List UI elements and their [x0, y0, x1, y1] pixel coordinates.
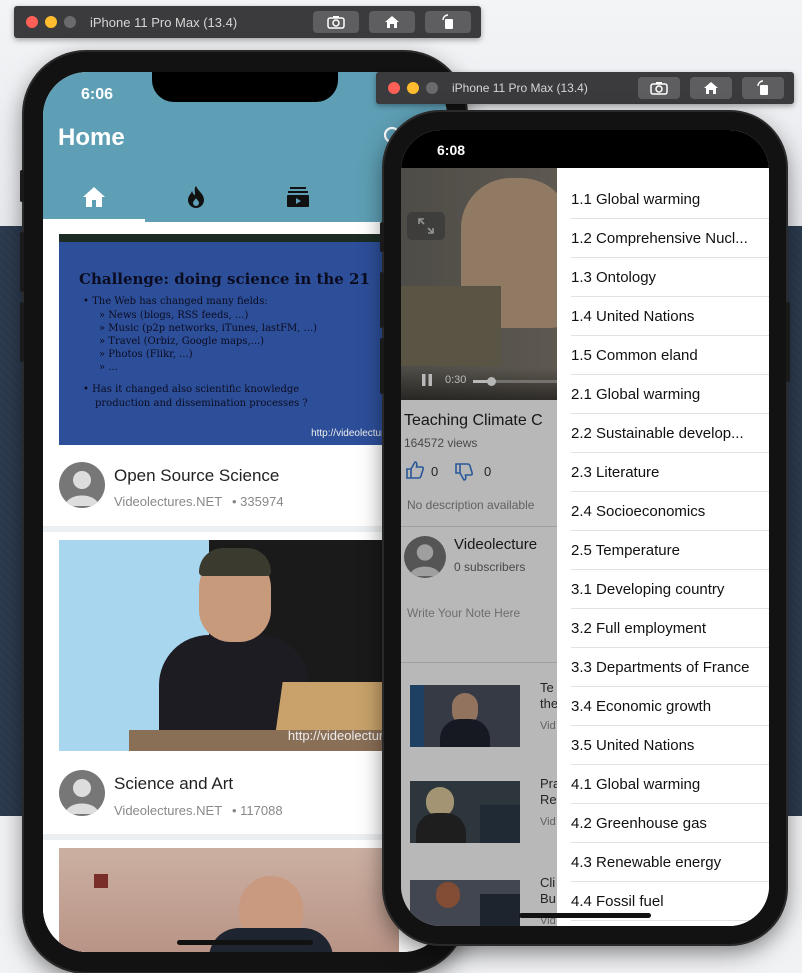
mute-switch [20, 170, 24, 202]
screenshot-button[interactable] [638, 77, 680, 99]
menu-item[interactable]: 3.5 United Nations [571, 726, 769, 765]
menu-item[interactable]: 1.4 United Nations [571, 297, 769, 336]
home-hardware-button[interactable] [690, 77, 732, 99]
rotate-button[interactable] [425, 11, 471, 33]
page-title: Home [58, 124, 125, 151]
chapter-menu[interactable]: 1.1 Global warming 1.2 Comprehensive Nuc… [557, 168, 769, 926]
simulator-title: iPhone 11 Pro Max (13.4) [90, 14, 238, 30]
house-icon [385, 16, 399, 28]
home-indicator[interactable] [177, 940, 313, 945]
menu-item[interactable]: 4.2 Greenhouse gas [571, 804, 769, 843]
watermark: http://videolectures [287, 728, 397, 743]
home-indicator[interactable] [519, 913, 651, 918]
slide-url: http://videolectures [311, 428, 395, 439]
user-icon [65, 779, 99, 814]
video-detail-screen: 6:08 0:30 Teaching Climate C 164572 view… [401, 130, 769, 926]
menu-item[interactable]: 1.1 Global warming [571, 180, 769, 219]
video-thumbnail[interactable]: http://videolectures [59, 540, 399, 751]
simulator-titlebar-2: iPhone 11 Pro Max (13.4) [376, 72, 794, 104]
flame-icon [188, 186, 204, 208]
menu-item[interactable]: 4.3 Renewable energy [571, 843, 769, 882]
slide-line: » Photos (Flikr, ...) [99, 349, 193, 360]
laptop [275, 682, 399, 734]
menu-item[interactable]: 2.3 Literature [571, 453, 769, 492]
zoom-window-button[interactable] [426, 82, 438, 94]
wall-sign [94, 874, 108, 888]
notch [494, 130, 664, 156]
avatar[interactable] [59, 770, 105, 816]
volume-down-button [20, 302, 24, 362]
close-window-button[interactable] [26, 16, 38, 28]
minimize-window-button[interactable] [45, 16, 57, 28]
menu-item[interactable]: 3.1 Developing country [571, 570, 769, 609]
slide-line: » News (blogs, RSS feeds, ...) [99, 310, 249, 321]
status-time: 6:08 [437, 142, 466, 158]
window-controls [26, 16, 76, 28]
slide-image: Challenge: doing science in the 21 • The… [59, 234, 399, 445]
menu-item[interactable]: 1.5 Common eland [571, 336, 769, 375]
close-window-button[interactable] [388, 82, 400, 94]
zoom-window-button[interactable] [64, 16, 76, 28]
simulator-title: iPhone 11 Pro Max (13.4) [452, 81, 588, 95]
channel-name: Videolectures.NET [114, 803, 223, 818]
speaker-hair [199, 548, 271, 576]
drawer-overlay[interactable] [401, 168, 557, 926]
video-title[interactable]: Open Source Science [114, 466, 279, 486]
iphone-frame-2: 6:08 0:30 Teaching Climate C 164572 view… [380, 112, 790, 944]
status-time: 6:06 [81, 86, 114, 103]
notch [152, 72, 338, 102]
avatar[interactable] [59, 462, 105, 508]
menu-item[interactable]: 2.2 Sustainable develop... [571, 414, 769, 453]
slide-title: Challenge: doing science in the 21 [79, 270, 370, 288]
volume-down-button [380, 338, 384, 394]
power-button [786, 302, 790, 382]
tab-trending[interactable] [145, 172, 247, 222]
view-count: • 335974 [232, 494, 284, 509]
camera-icon [650, 82, 668, 95]
rotate-icon [757, 80, 768, 95]
menu-item[interactable]: 1.2 Comprehensive Nucl... [571, 219, 769, 258]
menu-item[interactable]: 3.2 Full employment [571, 609, 769, 648]
home-icon [83, 187, 105, 207]
slide-line: • Has it changed also scientific knowled… [83, 384, 300, 395]
home-hardware-button[interactable] [369, 11, 415, 33]
rotate-icon [442, 14, 453, 29]
volume-up-button [20, 232, 24, 292]
slide-line: » Travel (Orbiz, Google maps,...) [99, 336, 265, 347]
volume-up-button [380, 272, 384, 328]
menu-item[interactable]: 2.4 Socioeconomics [571, 492, 769, 531]
video-thumbnail[interactable]: Challenge: doing science in the 21 • The… [59, 234, 399, 445]
user-icon [65, 471, 99, 506]
menu-item[interactable]: 3.4 Economic growth [571, 687, 769, 726]
slide-line: • The Web has changed many fields: [83, 296, 268, 307]
menu-item[interactable]: 3.3 Departments of France [571, 648, 769, 687]
window-controls [388, 82, 438, 94]
channel-name: Videolectures.NET [114, 494, 223, 509]
menu-item[interactable]: 2.5 Temperature [571, 531, 769, 570]
slide-line: production and dissemination processes ? [95, 398, 308, 409]
tab-home[interactable] [43, 172, 145, 222]
menu-item[interactable]: 2.1 Global warming [571, 375, 769, 414]
screenshot-button[interactable] [313, 11, 359, 33]
subscriptions-icon [287, 187, 309, 207]
camera-icon [327, 16, 345, 29]
video-thumbnail[interactable] [59, 848, 399, 952]
menu-item[interactable]: 4.1 Global warming [571, 765, 769, 804]
mute-switch [380, 222, 384, 252]
minimize-window-button[interactable] [407, 82, 419, 94]
view-count: • 117088 [232, 803, 283, 818]
slide-line: » ... [99, 362, 118, 373]
slide-line: » Music (p2p networks, iTunes, lastFM, .… [99, 323, 318, 334]
video-title[interactable]: Science and Art [114, 774, 233, 794]
tab-subscriptions[interactable] [247, 172, 349, 222]
house-icon [704, 82, 718, 94]
menu-item[interactable]: 1.3 Ontology [571, 258, 769, 297]
simulator-titlebar-1: iPhone 11 Pro Max (13.4) [14, 6, 481, 38]
rotate-button[interactable] [742, 77, 784, 99]
